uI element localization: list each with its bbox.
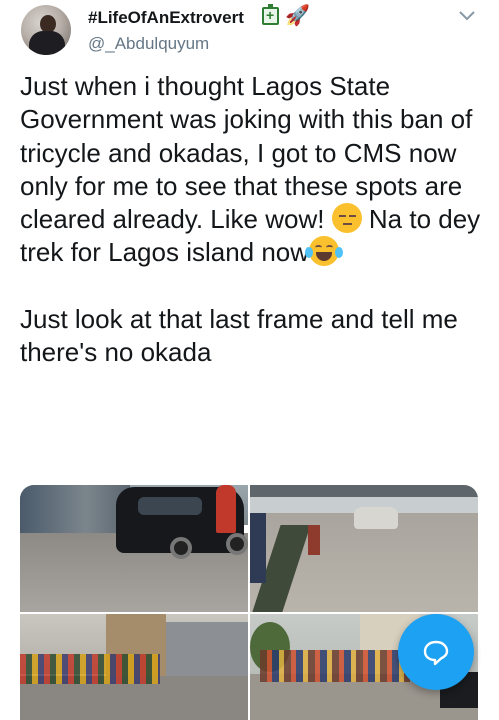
user-handle[interactable]: @_Abdulquyum [88, 34, 209, 54]
chevron-down-icon[interactable] [458, 10, 476, 22]
tears-of-joy-emoji-icon [305, 236, 344, 267]
photo-3[interactable] [20, 614, 248, 720]
chat-bubble-icon [423, 640, 449, 666]
media-grid [20, 485, 478, 720]
battery-icon [262, 4, 279, 25]
avatar[interactable] [21, 5, 71, 55]
tweet-paragraph-2: Just look at that last frame and tell me… [20, 303, 458, 368]
photo-1[interactable] [20, 485, 248, 612]
tweet-card: #LifeOfAnExtrovert 🚀 @_Abdulquyum Just w… [0, 0, 499, 720]
rocket-icon: 🚀 [285, 5, 310, 27]
photo-2[interactable] [250, 485, 478, 612]
name-badges: 🚀 [262, 4, 310, 27]
tweet-paragraph-1: Just when i thought Lagos State Governme… [20, 70, 490, 270]
pensive-face-emoji-icon [331, 203, 362, 234]
compose-button[interactable] [398, 614, 474, 690]
display-name[interactable]: #LifeOfAnExtrovert [88, 8, 244, 28]
tweet-text: Just when i thought Lagos State Governme… [20, 70, 490, 369]
